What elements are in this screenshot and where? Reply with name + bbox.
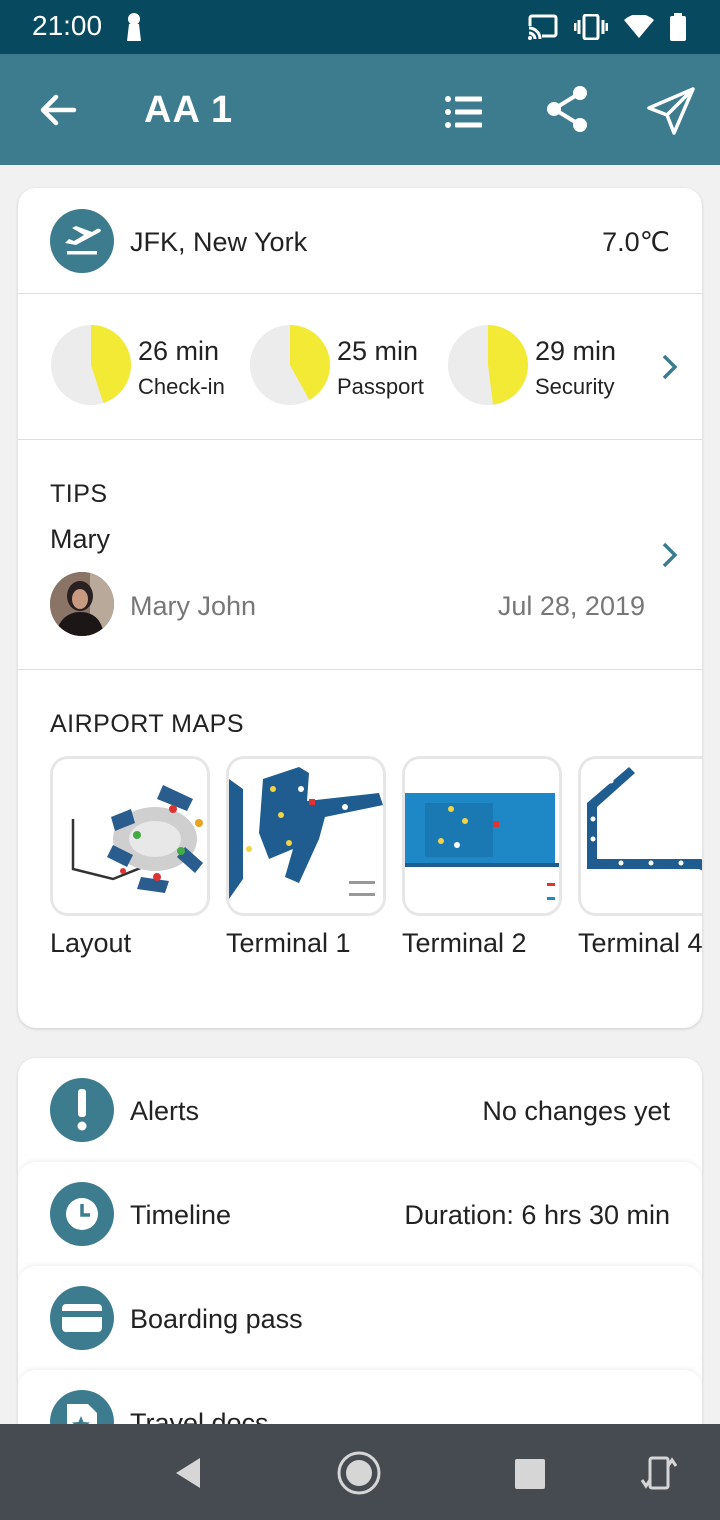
cast-icon (528, 14, 558, 45)
passport-minutes: 25 min (337, 336, 419, 366)
wifi-icon (624, 14, 654, 44)
security-label: Security (535, 374, 615, 399)
map-label: Terminal 2 (402, 928, 527, 958)
passport-label: Passport (337, 374, 424, 399)
avatar (50, 572, 114, 636)
battery-icon (670, 13, 686, 46)
boarding-pass-label: Boarding pass (130, 1304, 303, 1334)
alerts-value: No changes yet (482, 1096, 670, 1126)
lock-icon (124, 12, 144, 47)
system-nav-bar (0, 1424, 720, 1520)
map-thumbnail (50, 756, 210, 916)
app-bar: AA 1 (0, 54, 720, 165)
clock-icon (50, 1182, 114, 1246)
security-minutes: 29 min (535, 336, 617, 366)
chevron-right-icon[interactable] (658, 540, 682, 570)
passport-pie-chart (250, 325, 330, 405)
alerts-row[interactable]: Alerts No changes yet (18, 1058, 702, 1162)
card-icon (50, 1286, 114, 1350)
recents-square-icon[interactable] (506, 1450, 552, 1496)
tip-author: Mary John (130, 591, 257, 621)
airport-name: JFK, New York (130, 227, 308, 257)
timeline-value: Duration: 6 hrs 30 min (404, 1200, 670, 1230)
alerts-label: Alerts (130, 1096, 200, 1126)
home-circle-icon[interactable] (336, 1450, 382, 1496)
checkin-label: Check-in (138, 374, 225, 399)
status-bar: 21:00 (0, 0, 720, 54)
departure-plane-icon (50, 209, 114, 273)
tip-text: Mary (50, 524, 110, 554)
map-thumbnail (402, 756, 562, 916)
flight-options-card: Alerts No changes yet Timeline Duration:… (18, 1058, 702, 1478)
map-label: Terminal 4 (578, 928, 702, 958)
airport-info-card: JFK, New York 7.0℃ 26 min Check-in 25 mi… (18, 188, 702, 1028)
airport-maps-carousel[interactable]: Layout Terminal 1 Terminal 2 Terminal 4 (50, 756, 702, 976)
map-label: Layout (50, 928, 132, 958)
checkin-pie-chart (51, 325, 131, 405)
vibrate-icon (573, 13, 609, 45)
share-icon[interactable] (544, 84, 592, 134)
alert-icon (50, 1078, 114, 1142)
flight-title: AA 1 (144, 89, 234, 131)
status-time: 21:00 (32, 10, 103, 41)
status-icons (528, 13, 686, 46)
rotate-icon[interactable] (636, 1450, 682, 1496)
map-thumbnail (226, 756, 386, 916)
tips-heading: TIPS (50, 480, 108, 508)
checkin-minutes: 26 min (138, 336, 220, 366)
tip-date: Jul 28, 2019 (497, 591, 645, 621)
map-item-terminal-2[interactable]: Terminal 2 (402, 756, 562, 959)
map-item-layout[interactable]: Layout (50, 756, 210, 959)
timeline-label: Timeline (130, 1200, 232, 1230)
divider (18, 669, 702, 670)
security-pie-chart (448, 325, 528, 405)
airport-temperature: 7.0℃ (602, 227, 670, 257)
airport-maps-heading: AIRPORT MAPS (50, 710, 245, 738)
back-triangle-icon[interactable] (168, 1450, 214, 1496)
divider (18, 439, 702, 440)
map-item-terminal-4[interactable]: Terminal 4 (578, 756, 702, 959)
timeline-row[interactable]: Timeline Duration: 6 hrs 30 min (18, 1162, 702, 1266)
map-item-terminal-1[interactable]: Terminal 1 (226, 756, 386, 959)
chevron-right-icon[interactable] (658, 352, 682, 382)
list-icon[interactable] (440, 88, 488, 136)
boarding-pass-row[interactable]: Boarding pass (18, 1266, 702, 1370)
map-label: Terminal 1 (226, 928, 351, 958)
divider (18, 293, 702, 294)
back-arrow-icon[interactable] (34, 86, 82, 134)
map-thumbnail (578, 756, 702, 916)
send-icon[interactable] (644, 84, 698, 138)
